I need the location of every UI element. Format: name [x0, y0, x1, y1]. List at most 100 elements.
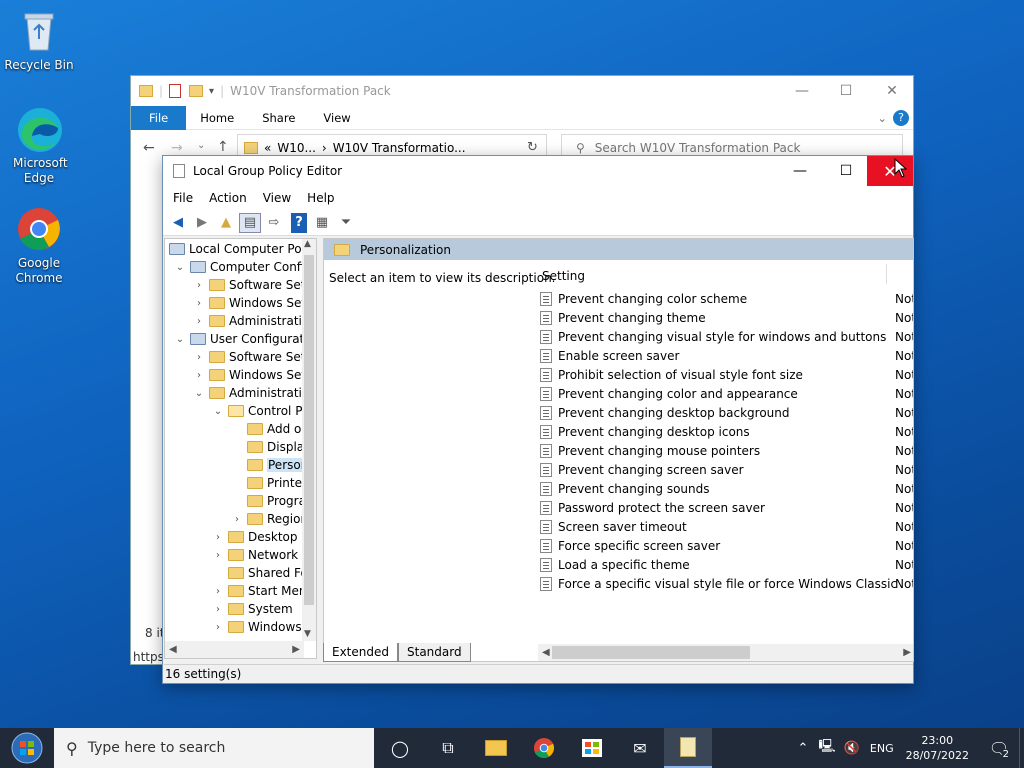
- start-button[interactable]: [0, 728, 54, 768]
- setting-row[interactable]: Force specific screen saver Not: [540, 536, 913, 555]
- properties-icon[interactable]: ▦: [311, 213, 333, 233]
- tree-node[interactable]: Add or: [231, 420, 306, 438]
- chevron-right-icon[interactable]: ›: [212, 604, 224, 615]
- back-arrow-icon[interactable]: ◀: [167, 213, 189, 233]
- language-indicator[interactable]: ENG: [870, 742, 894, 755]
- forward-arrow-icon[interactable]: ▶: [191, 213, 213, 233]
- tree-node[interactable]: Local Computer Polic: [169, 240, 315, 258]
- tree-node[interactable]: › Network: [212, 546, 298, 564]
- chevron-down-icon[interactable]: ⌄: [174, 334, 186, 345]
- tree-node[interactable]: ⌄ Control Pa: [212, 402, 309, 420]
- address-part[interactable]: W10...: [277, 141, 316, 155]
- recent-dropdown-icon[interactable]: ⌄: [197, 140, 205, 151]
- setting-row[interactable]: Prevent changing color scheme Not: [540, 289, 913, 308]
- back-arrow-icon[interactable]: ←: [143, 140, 155, 156]
- tree-node[interactable]: › Regior: [231, 510, 305, 528]
- chevron-right-icon[interactable]: ›: [193, 316, 205, 327]
- help-icon[interactable]: ?: [291, 212, 307, 233]
- mail-taskbar-icon[interactable]: ✉: [616, 728, 664, 768]
- group-policy-editor-window[interactable]: Local Group Policy Editor — ☐ ✕ File Act…: [162, 155, 914, 684]
- tree-node[interactable]: › Windows Sett: [193, 294, 311, 312]
- setting-row[interactable]: Prevent changing desktop icons Not: [540, 422, 913, 441]
- gpedit-maximize-button[interactable]: ☐: [823, 156, 869, 186]
- refresh-icon[interactable]: ↻: [527, 140, 538, 155]
- scroll-left-icon[interactable]: ◀: [169, 644, 177, 655]
- desktop-icon-edge[interactable]: Microsoft Edge: [4, 106, 74, 186]
- chevron-down-icon[interactable]: ⌄: [174, 262, 186, 273]
- help-icon[interactable]: ?: [893, 109, 909, 126]
- chevron-right-icon[interactable]: ›: [193, 370, 205, 381]
- menu-action[interactable]: Action: [201, 191, 255, 205]
- tree-node[interactable]: ⌄ Administrativ: [193, 384, 309, 402]
- chevron-right-icon[interactable]: ›: [231, 514, 243, 525]
- setting-row[interactable]: Enable screen saver Not: [540, 346, 913, 365]
- tree-node[interactable]: › Windows C: [212, 618, 314, 636]
- store-taskbar-icon[interactable]: [568, 728, 616, 768]
- taskbar-search-box[interactable]: ⚲ Type here to search: [54, 728, 374, 768]
- forward-arrow-icon[interactable]: →: [171, 140, 183, 156]
- tree-vscrollbar[interactable]: ▲ ▼: [302, 239, 316, 641]
- tree-node[interactable]: › Administrativ: [193, 312, 309, 330]
- chevron-right-icon[interactable]: ›: [193, 298, 205, 309]
- setting-row[interactable]: Prevent changing screen saver Not: [540, 460, 913, 479]
- chevron-down-icon[interactable]: ⌄: [212, 406, 224, 417]
- cortana-icon[interactable]: ◯: [376, 728, 424, 768]
- show-desktop-button[interactable]: [1019, 728, 1024, 768]
- ribbon-tab-view[interactable]: View: [309, 111, 364, 125]
- setting-row[interactable]: Prevent changing visual style for window…: [540, 327, 913, 346]
- tree-node[interactable]: › System: [212, 600, 293, 618]
- desktop-icon-recycle-bin[interactable]: Recycle Bin: [4, 8, 74, 73]
- menu-help[interactable]: Help: [299, 191, 342, 205]
- file-explorer-taskbar-icon[interactable]: [472, 728, 520, 768]
- customize-arrow-icon[interactable]: ▾: [209, 86, 214, 97]
- menu-file[interactable]: File: [165, 191, 201, 205]
- new-folder-icon[interactable]: [189, 85, 204, 97]
- explorer-close-button[interactable]: ✕: [869, 76, 915, 106]
- ribbon-tab-home[interactable]: Home: [186, 111, 248, 125]
- gpedit-minimize-button[interactable]: —: [777, 156, 823, 186]
- tree-node[interactable]: ⌄ Computer Config: [174, 258, 312, 276]
- chevron-right-icon[interactable]: ›: [193, 280, 205, 291]
- scroll-down-icon[interactable]: ▼: [304, 629, 311, 639]
- setting-row[interactable]: Prevent changing theme Not: [540, 308, 913, 327]
- filter-icon[interactable]: ⏷: [335, 213, 357, 233]
- export-list-icon[interactable]: ⇨: [263, 213, 285, 233]
- scroll-up-icon[interactable]: ▲: [304, 239, 311, 249]
- ribbon-expand-icon[interactable]: ⌄: [871, 111, 893, 125]
- tree-node[interactable]: › Start Menu: [212, 582, 314, 600]
- scroll-left-icon[interactable]: ◀: [542, 647, 550, 658]
- explorer-minimize-button[interactable]: —: [779, 76, 825, 106]
- task-view-icon[interactable]: ⧉: [424, 728, 472, 768]
- scroll-right-icon[interactable]: ▶: [292, 644, 300, 655]
- desktop-icon-chrome[interactable]: Google Chrome: [4, 206, 74, 286]
- setting-row[interactable]: Prevent changing mouse pointers Not: [540, 441, 913, 460]
- chevron-down-icon[interactable]: ⌄: [193, 388, 205, 399]
- setting-row[interactable]: Prohibit selection of visual style font …: [540, 365, 913, 384]
- volume-muted-icon[interactable]: 🔇: [844, 741, 860, 756]
- chevron-right-icon[interactable]: ›: [212, 532, 224, 543]
- up-arrow-icon[interactable]: ↑: [217, 139, 229, 155]
- tree-node[interactable]: › Desktop: [212, 528, 298, 546]
- tree-node[interactable]: ⌄ User Configuratio: [174, 330, 315, 348]
- tab-standard[interactable]: Standard: [398, 643, 471, 662]
- setting-row[interactable]: Prevent changing sounds Not: [540, 479, 913, 498]
- chrome-taskbar-icon[interactable]: [520, 728, 568, 768]
- menu-view[interactable]: View: [255, 191, 299, 205]
- address-part[interactable]: W10V Transformatio...: [333, 141, 466, 155]
- setting-row[interactable]: Password protect the screen saver Not: [540, 498, 913, 517]
- settings-hscrollbar[interactable]: ◀ ▶: [538, 644, 913, 661]
- scroll-thumb[interactable]: [552, 646, 750, 659]
- chevron-up-icon[interactable]: ⌃: [797, 741, 808, 756]
- tree-node[interactable]: › Software Setti: [193, 348, 313, 366]
- setting-row[interactable]: Prevent changing color and appearance Not: [540, 384, 913, 403]
- column-header-setting[interactable]: Setting: [542, 269, 585, 283]
- chevron-right-icon[interactable]: ›: [212, 622, 224, 633]
- tree-node[interactable]: Display: [231, 438, 311, 456]
- gpedit-taskbar-icon[interactable]: [664, 728, 712, 768]
- column-divider[interactable]: [886, 264, 887, 284]
- tree-node[interactable]: Shared Fol: [212, 564, 311, 582]
- tab-extended[interactable]: Extended: [323, 643, 398, 662]
- chevron-right-icon[interactable]: ›: [212, 550, 224, 561]
- tree-hscrollbar[interactable]: ◀ ▶: [165, 641, 304, 658]
- setting-row[interactable]: Load a specific theme Not: [540, 555, 913, 574]
